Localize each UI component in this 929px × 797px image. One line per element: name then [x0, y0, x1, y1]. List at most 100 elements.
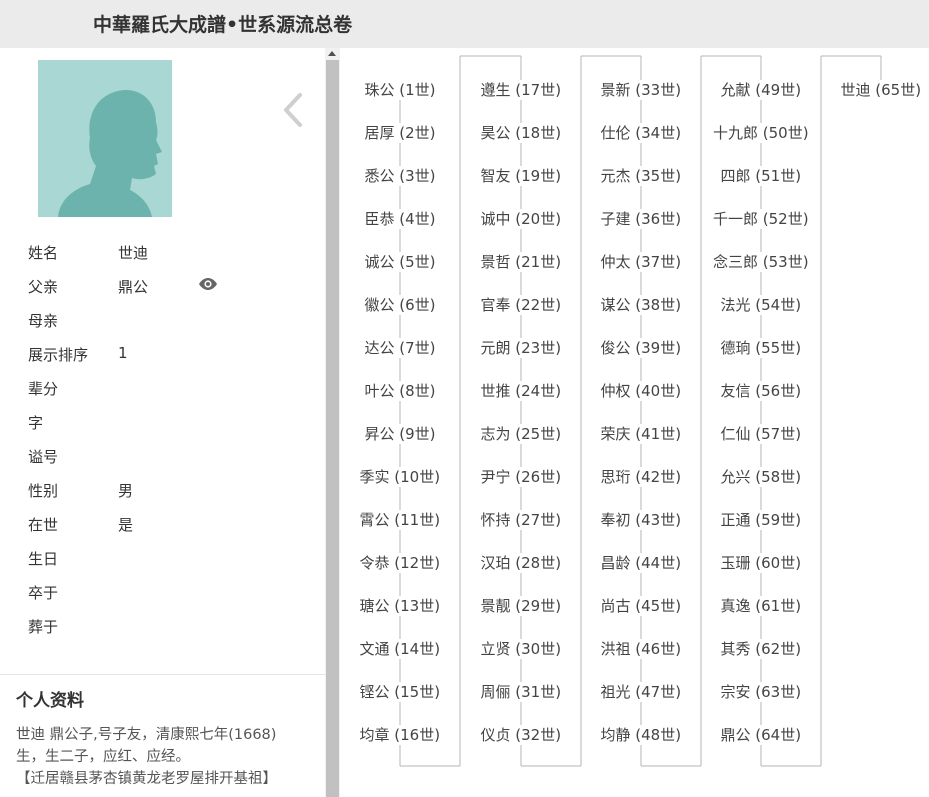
generation-node[interactable]: 昊公 (18世) [480, 123, 562, 143]
generation-node[interactable]: 子建 (36世) [600, 209, 682, 229]
info-row: 性别 男 [28, 478, 318, 512]
generation-node[interactable]: 仲权 (40世) [600, 381, 682, 401]
generation-node[interactable]: 珠公 (1世) [364, 80, 436, 100]
generation-node[interactable]: 尚古 (45世) [600, 596, 682, 616]
generation-node[interactable]: 昌龄 (44世) [600, 553, 682, 573]
generation-node[interactable]: 智友 (19世) [480, 166, 562, 186]
generation-node[interactable]: 景新 (33世) [600, 80, 682, 100]
generation-node[interactable]: 仁仙 (57世) [720, 424, 802, 444]
scroll-up-arrow-icon[interactable] [328, 51, 336, 56]
generation-node[interactable]: 友信 (56世) [720, 381, 802, 401]
profile-line: 生，生二子，应红、应经。 [16, 749, 190, 765]
generation-node[interactable]: 铿公 (15世) [359, 682, 441, 702]
info-label: 父亲 [28, 278, 59, 296]
generation-node[interactable]: 仪贞 (32世) [480, 725, 562, 745]
generation-node[interactable]: 霄公 (11世) [359, 510, 441, 530]
generation-node[interactable]: 达公 (7世) [364, 338, 436, 358]
generation-node[interactable]: 奉初 (43世) [600, 510, 682, 530]
info-row: 卒于 [28, 580, 318, 614]
generation-node[interactable]: 文通 (14世) [359, 639, 441, 659]
info-label: 辈分 [28, 380, 59, 398]
generation-node[interactable]: 臣恭 (4世) [364, 209, 436, 229]
scrollbar-thumb[interactable] [326, 60, 339, 797]
info-row: 母亲 [28, 308, 318, 342]
generation-node[interactable]: 居厚 (2世) [364, 123, 436, 143]
generation-node[interactable]: 正通 (59世) [720, 510, 802, 530]
generation-node[interactable]: 怀持 (27世) [480, 510, 562, 530]
back-chevron-icon[interactable] [280, 92, 308, 128]
generation-node[interactable]: 均章 (16世) [359, 725, 441, 745]
generation-node[interactable]: 法光 (54世) [720, 295, 802, 315]
generation-node[interactable]: 昇公 (9世) [364, 424, 436, 444]
generation-node[interactable]: 景哲 (21世) [480, 252, 562, 272]
profile-section-title: 个人资料 [16, 691, 84, 711]
generation-node[interactable]: 志为 (25世) [480, 424, 562, 444]
info-row: 展示排序 1 [28, 342, 318, 376]
generation-node[interactable]: 世推 (24世) [480, 381, 562, 401]
app-root: 中華羅氏大成譜•世系源流总卷 姓名 世迪父亲 鼎公母亲展示排序 1 辈分字谥号性别 男在世… [0, 0, 929, 797]
generation-node[interactable]: 允献 (49世) [720, 80, 802, 100]
generation-node[interactable]: 荣庆 (41世) [600, 424, 682, 444]
generation-node[interactable]: 念三郎 (53世) [713, 252, 809, 272]
generation-node[interactable]: 真逸 (61世) [720, 596, 802, 616]
generation-node[interactable]: 洪祖 (46世) [600, 639, 682, 659]
generation-node[interactable]: 周俪 (31世) [480, 682, 562, 702]
generation-node[interactable]: 瑭公 (13世) [359, 596, 441, 616]
generation-node[interactable]: 诚公 (5世) [364, 252, 436, 272]
generation-node[interactable]: 四郎 (51世) [720, 166, 802, 186]
info-label: 卒于 [28, 584, 59, 602]
generation-node[interactable]: 仕伦 (34世) [600, 123, 682, 143]
profile-line: 【迁居赣县茅杏镇黄龙老罗屋排开基祖】 [16, 771, 277, 787]
info-value: 是 [118, 516, 134, 534]
profile-text: 世迪 鼎公子,号子友，清康熙七年(1668) 生，生二子，应红、应经。 【迁居赣… [16, 724, 316, 790]
generation-node[interactable]: 元朗 (23世) [480, 338, 562, 358]
generation-node[interactable]: 鼎公 (64世) [720, 725, 802, 745]
generation-node[interactable]: 遵生 (17世) [480, 80, 562, 100]
generation-node[interactable]: 立贤 (30世) [480, 639, 562, 659]
generation-node[interactable]: 谋公 (38世) [600, 295, 682, 315]
generation-node[interactable]: 千一郎 (52世) [713, 209, 809, 229]
info-row: 字 [28, 410, 318, 444]
generation-node[interactable]: 玉珊 (60世) [720, 553, 802, 573]
generation-node[interactable]: 元杰 (35世) [600, 166, 682, 186]
generation-node[interactable]: 景靓 (29世) [480, 596, 562, 616]
generation-node[interactable]: 世迪 (65世) [840, 80, 922, 100]
generation-node[interactable]: 官奉 (22世) [480, 295, 562, 315]
info-label: 在世 [28, 516, 59, 534]
generation-node[interactable]: 均静 (48世) [600, 725, 682, 745]
info-label: 字 [28, 414, 44, 432]
generation-node[interactable]: 十九郎 (50世) [713, 123, 809, 143]
generation-node[interactable]: 思珩 (42世) [600, 467, 682, 487]
generation-node[interactable]: 悉公 (3世) [364, 166, 436, 186]
generation-node[interactable]: 叶公 (8世) [364, 381, 436, 401]
info-label: 姓名 [28, 244, 59, 262]
info-value: 男 [118, 482, 134, 500]
page-title: 中華羅氏大成譜•世系源流总卷 [93, 14, 353, 36]
generation-node[interactable]: 徽公 (6世) [364, 295, 436, 315]
person-detail-panel: 姓名 世迪 父亲 鼎公 母亲 展示排序 1 辈分字谥号 性别 男在世 是生日 卒于 葬于 个人资料 世迪… [0, 48, 325, 797]
generation-node[interactable]: 俊公 (39世) [600, 338, 682, 358]
generation-node[interactable]: 宗安 (63世) [720, 682, 802, 702]
eye-icon[interactable] [198, 277, 218, 291]
generation-node[interactable]: 尹宁 (26世) [480, 467, 562, 487]
person-silhouette-icon [38, 60, 172, 217]
profile-line: 世迪 鼎公子,号子友，清康熙七年(1668) [16, 727, 277, 743]
panel-scrollbar[interactable] [325, 48, 340, 797]
generation-node[interactable]: 祖光 (47世) [600, 682, 682, 702]
generation-node[interactable]: 汉珀 (28世) [480, 553, 562, 573]
generation-node[interactable]: 其秀 (62世) [720, 639, 802, 659]
generation-node[interactable]: 令恭 (12世) [359, 553, 441, 573]
generation-node[interactable]: 允兴 (58世) [720, 467, 802, 487]
info-value: 鼎公 [118, 278, 149, 296]
info-label: 母亲 [28, 312, 59, 330]
generation-node[interactable]: 仲太 (37世) [600, 252, 682, 272]
lineage-tree: 珠公 (1世) 居厚 (2世) 悉公 (3世) 臣恭 (4世) 诚公 (5世) 徽公 (6… [340, 48, 929, 797]
generation-node[interactable]: 诚中 (20世) [480, 209, 562, 229]
info-row: 姓名 世迪 [28, 240, 318, 274]
info-value: 世迪 [118, 244, 149, 262]
info-label: 葬于 [28, 618, 59, 636]
info-value: 1 [118, 344, 128, 362]
info-label: 谥号 [28, 448, 59, 466]
generation-node[interactable]: 德珦 (55世) [720, 338, 802, 358]
generation-node[interactable]: 季实 (10世) [359, 467, 441, 487]
